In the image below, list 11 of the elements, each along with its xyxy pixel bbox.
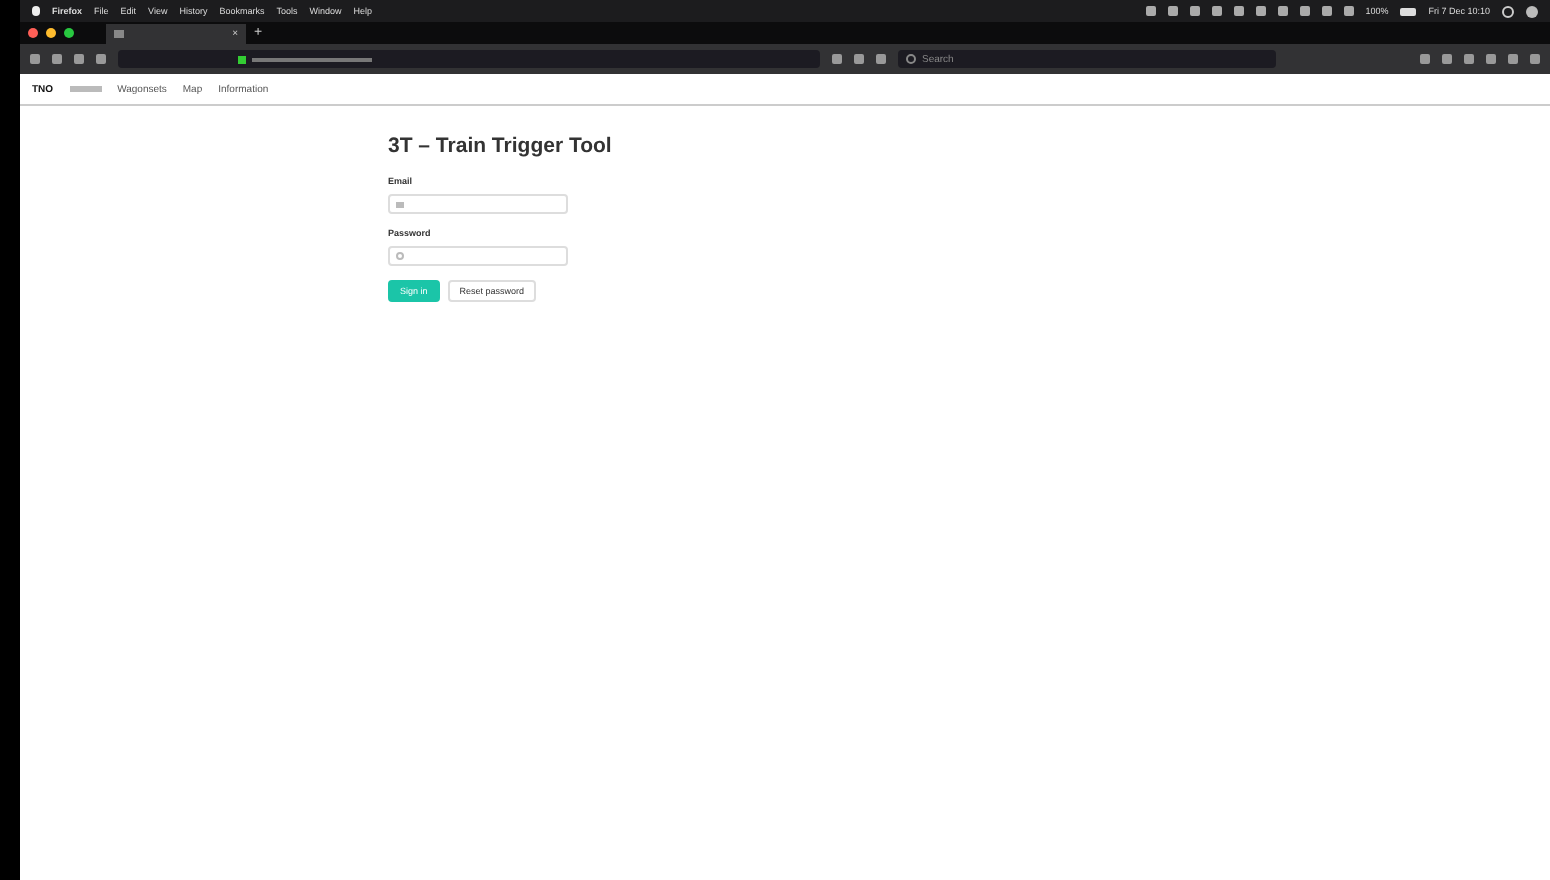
close-window-icon[interactable] bbox=[28, 28, 38, 38]
address-bar[interactable] bbox=[118, 50, 820, 68]
avatar-icon[interactable] bbox=[1526, 5, 1538, 17]
password-field[interactable] bbox=[388, 246, 568, 266]
email-field[interactable] bbox=[388, 194, 568, 214]
minimize-window-icon[interactable] bbox=[46, 28, 56, 38]
page-title: 3T – Train Trigger Tool bbox=[388, 134, 612, 158]
search-icon[interactable] bbox=[1502, 5, 1514, 17]
battery-icon[interactable] bbox=[1400, 7, 1417, 15]
search-icon bbox=[906, 54, 916, 64]
zoom-window-icon[interactable] bbox=[64, 28, 74, 38]
